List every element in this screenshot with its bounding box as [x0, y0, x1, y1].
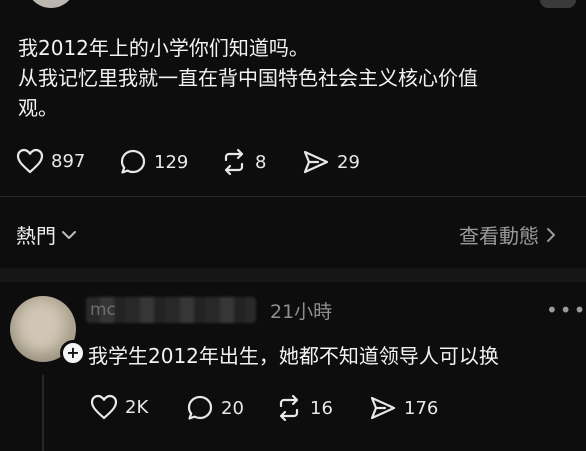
- repost-icon: [224, 148, 244, 176]
- post-line-1: 我2012年上的小学你们知道吗。: [18, 36, 309, 60]
- comment-icon: [120, 149, 146, 174]
- sort-dropdown[interactable]: 熱門: [16, 220, 78, 249]
- previous-avatar-fragment: [26, 0, 76, 8]
- username[interactable]: mc: [90, 300, 116, 320]
- comment-share-button[interactable]: 176: [369, 394, 438, 422]
- post-body: 我2012年上的小学你们知道吗。 从我记忆里我就一直在背中国特色社会主义核心价值…: [18, 33, 558, 123]
- see-activity-label: 查看動態: [459, 224, 539, 248]
- heart-icon: [16, 148, 44, 174]
- post-reply-button[interactable]: 129: [119, 148, 188, 176]
- post-line-2: 从我记忆里我就一直在背中国特色社会主义核心价值: [18, 66, 478, 90]
- post-repost-button[interactable]: 8: [220, 148, 266, 176]
- chevron-down-icon: [62, 230, 76, 239]
- plus-icon[interactable]: +: [60, 340, 86, 366]
- sort-label: 熱門: [16, 224, 56, 248]
- comment-reply-button[interactable]: 20: [186, 394, 244, 422]
- post-like-count: 897: [51, 150, 86, 172]
- more-icon[interactable]: •••: [546, 298, 586, 322]
- comment-text: 我学生2012年出生，她都不知道领导人可以换: [88, 344, 499, 368]
- divider: [0, 196, 586, 197]
- post-line-3: 观。: [18, 96, 58, 120]
- post-like-button[interactable]: 897: [16, 148, 85, 174]
- post-repost-count: 8: [255, 151, 267, 173]
- comment-like-count: 2K: [125, 396, 149, 418]
- comment-repost-count: 16: [310, 397, 333, 419]
- share-icon: [370, 396, 396, 420]
- share-icon: [303, 150, 329, 174]
- comment-like-button[interactable]: 2K: [90, 394, 148, 420]
- comment-repost-button[interactable]: 16: [275, 394, 333, 422]
- top-right-fragment: [540, 0, 576, 8]
- comment-icon: [187, 395, 213, 420]
- post-reply-count: 129: [154, 151, 189, 173]
- repost-icon: [279, 394, 299, 422]
- comment-share-count: 176: [404, 397, 439, 419]
- heart-icon: [90, 394, 118, 420]
- post-share-count: 29: [337, 151, 360, 173]
- section-separator: [0, 268, 586, 282]
- post-share-button[interactable]: 29: [302, 148, 360, 176]
- see-activity-link[interactable]: 查看動態: [459, 220, 557, 249]
- thread-line: [42, 375, 44, 451]
- chevron-right-icon: [547, 227, 555, 242]
- comment-timestamp: 21小時: [270, 301, 333, 323]
- comment-reply-count: 20: [221, 397, 244, 419]
